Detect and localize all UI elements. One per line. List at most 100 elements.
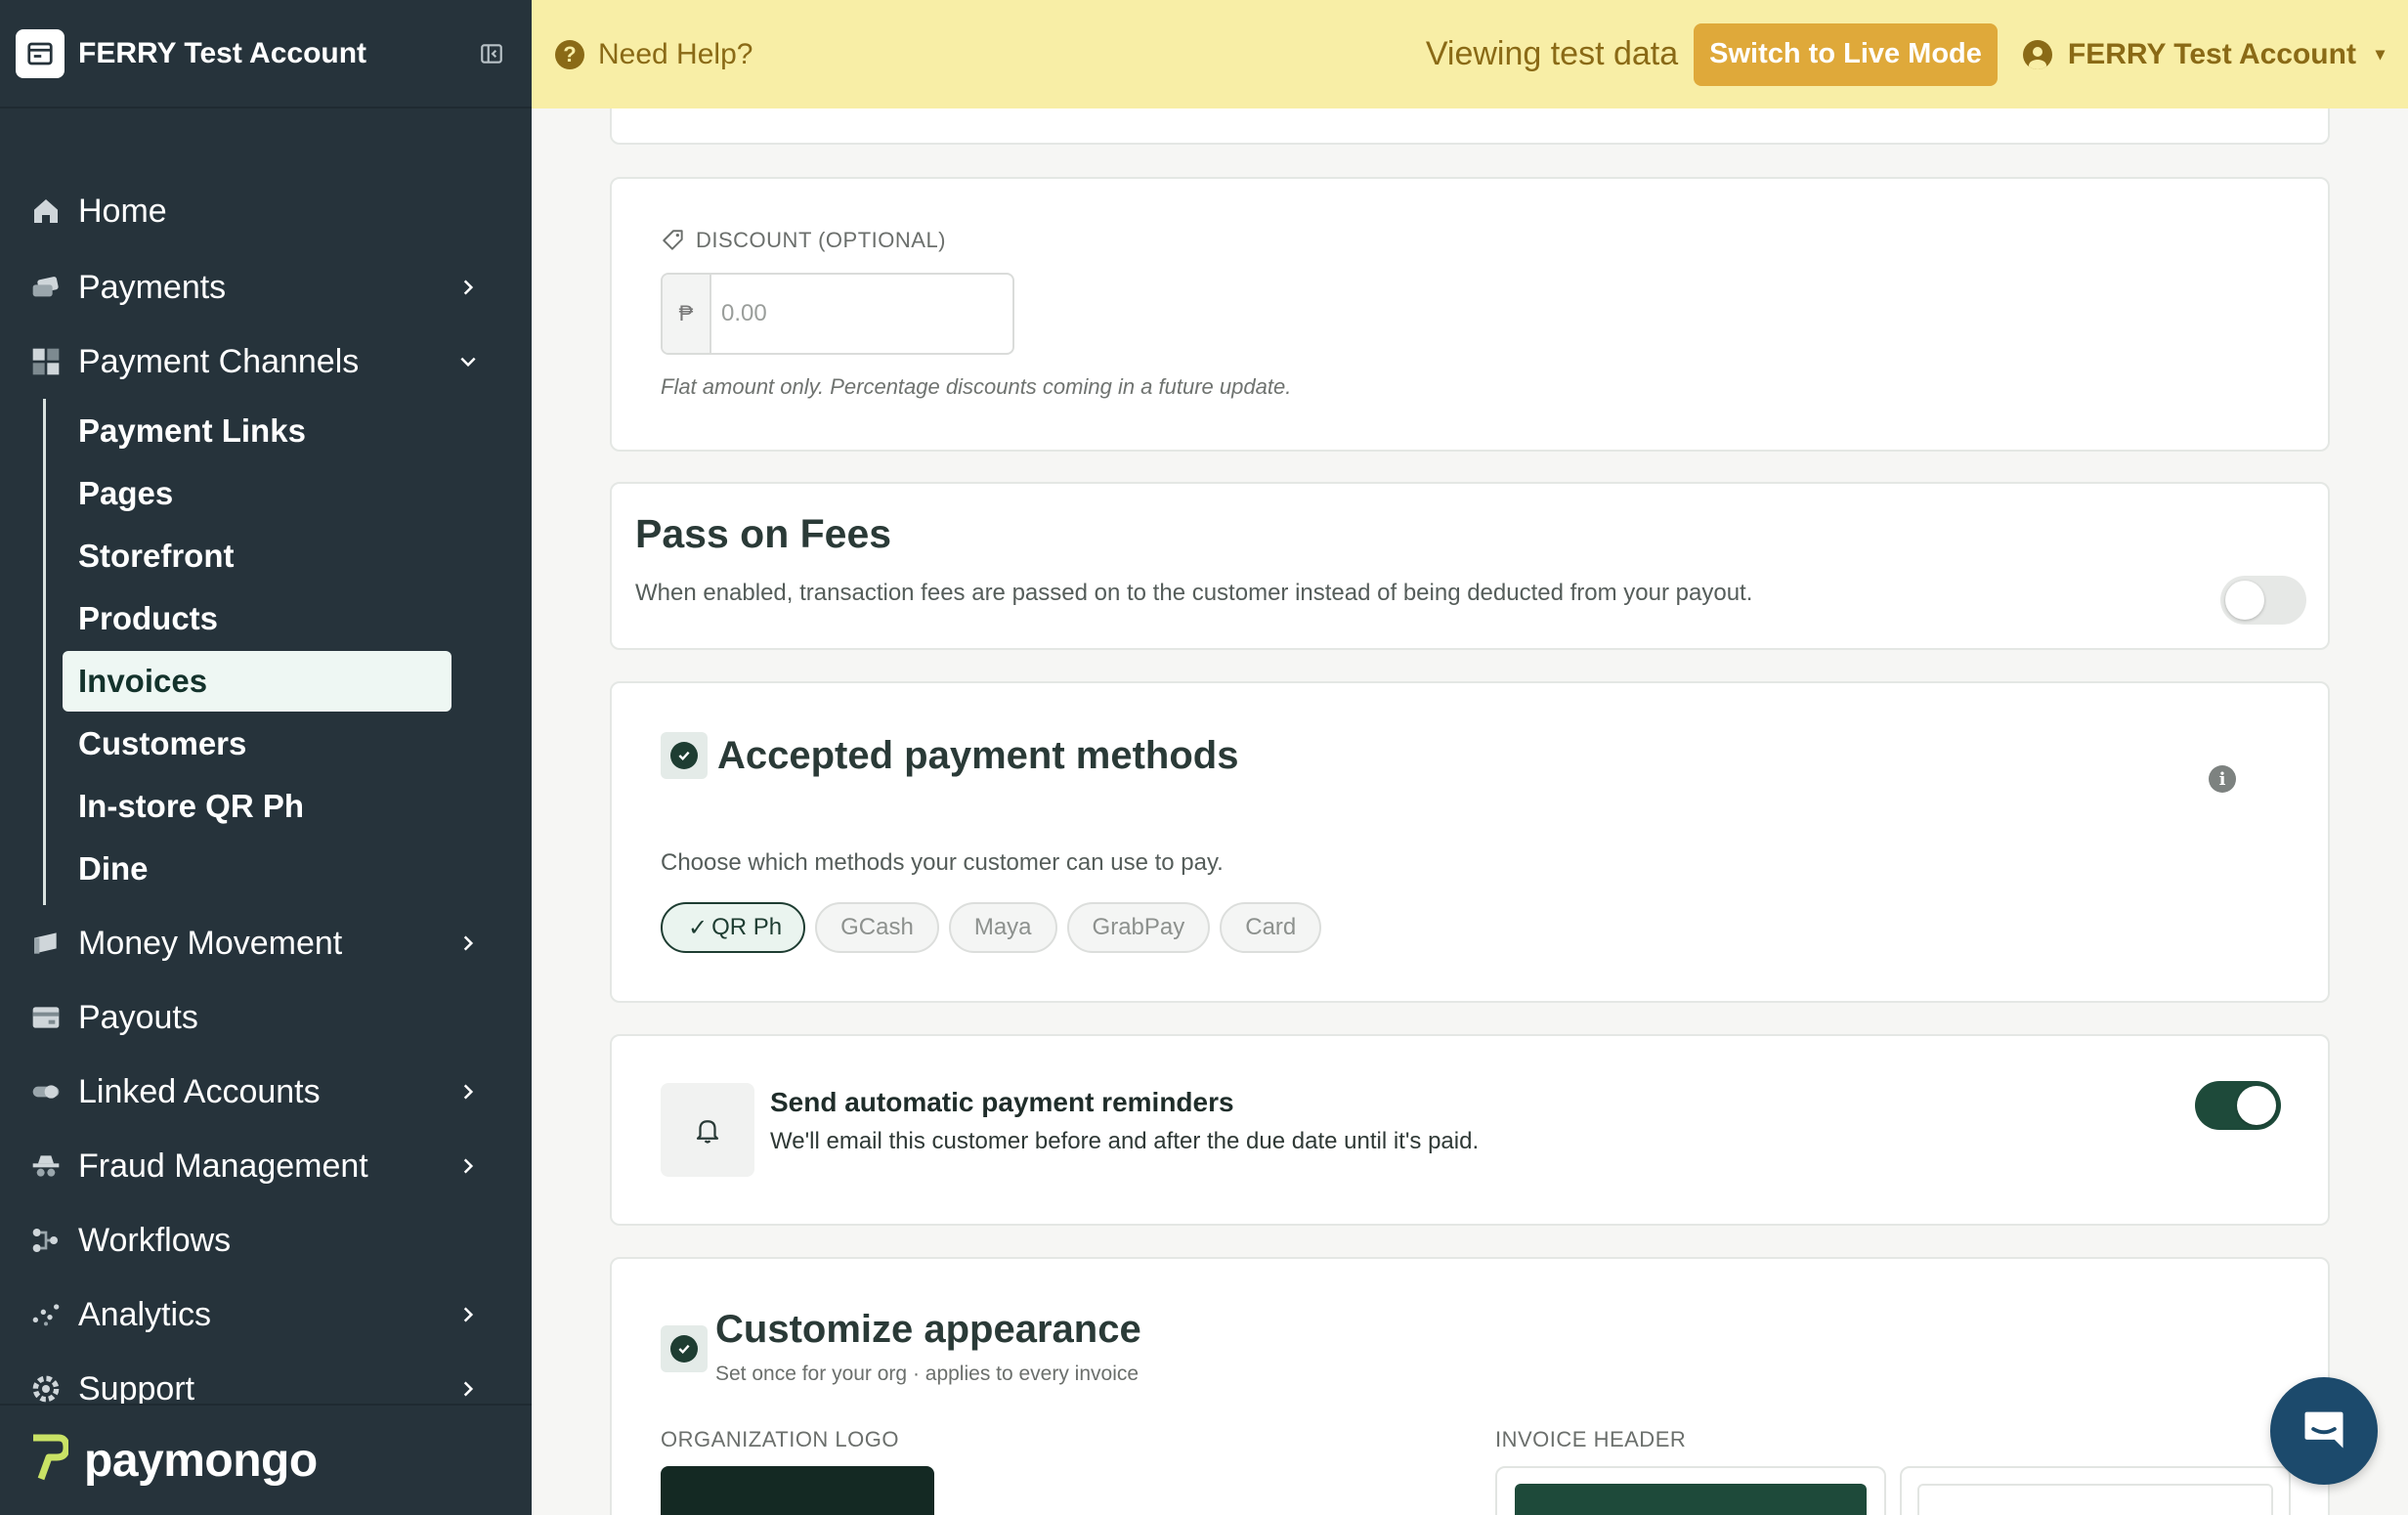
sidebar-item-payouts[interactable]: Payouts: [0, 988, 532, 1047]
customize-appearance-card: Customize appearance Set once for your o…: [610, 1257, 2330, 1515]
header-swatch-light: [1917, 1484, 2273, 1515]
sidebar-item-money-movement[interactable]: Money Movement: [0, 914, 532, 973]
method-chip-qr-ph[interactable]: ✓ QR Ph: [661, 902, 806, 953]
chevron-right-icon: [455, 1079, 481, 1104]
customize-appearance-title: Customize appearance: [715, 1308, 1141, 1351]
discount-amount-input[interactable]: [711, 275, 1005, 353]
need-help-label: Need Help?: [598, 37, 753, 70]
sidebar-header: FERRY Test Account: [0, 0, 532, 108]
pass-on-fees-title: Pass on Fees: [635, 511, 892, 556]
viewing-test-data-label: Viewing test data: [1425, 35, 1679, 72]
payment-reminders-card: Send automatic payment reminders We'll e…: [610, 1034, 2330, 1226]
sidebar-subitem-payment-links[interactable]: Payment Links: [63, 401, 452, 461]
chevron-right-icon: [455, 1376, 481, 1402]
paymongo-logo-icon: [29, 1434, 70, 1488]
switch-to-live-mode-button[interactable]: Switch to Live Mode: [1694, 22, 1998, 86]
toggle-knob: [2237, 1086, 2276, 1125]
chevron-right-icon: [455, 275, 481, 300]
chip-label: QR Ph: [711, 914, 783, 940]
sidebar-item-linked-accounts[interactable]: Linked Accounts: [0, 1062, 532, 1121]
customize-appearance-subtitle: Set once for your org · applies to every…: [715, 1363, 1140, 1385]
chevron-right-icon: [455, 931, 481, 956]
toggle-knob: [2225, 581, 2264, 620]
home-icon: [29, 195, 63, 228]
linked-accounts-icon: [29, 1075, 63, 1108]
pass-on-fees-description: When enabled, transaction fees are passe…: [635, 580, 1753, 606]
collapse-sidebar-icon[interactable]: [477, 39, 506, 68]
pass-on-fees-card: Pass on Fees When enabled, transaction f…: [610, 482, 2330, 650]
sidebar-item-label: Payouts: [78, 998, 198, 1036]
method-chip-grabpay[interactable]: GrabPay: [1066, 902, 1211, 953]
method-chip-maya[interactable]: Maya: [948, 902, 1057, 953]
payment-method-chips: ✓ QR Ph GCash Maya GrabPay Card: [661, 902, 1322, 953]
sidebar: FERRY Test Account Home Payments Payment…: [0, 0, 532, 1515]
invoice-header-option-dark[interactable]: [1495, 1466, 1886, 1515]
brand-wordmark: paymongo: [84, 1434, 318, 1487]
check-circle-icon: [661, 732, 708, 779]
chat-bubble-icon: [2299, 1404, 2349, 1459]
payment-methods-header: Accepted payment methods: [661, 732, 1238, 779]
payments-icon: [29, 271, 63, 304]
pass-on-fees-toggle[interactable]: [2220, 576, 2306, 625]
info-icon[interactable]: i: [2209, 765, 2236, 793]
sidebar-item-fraud-management[interactable]: Fraud Management: [0, 1137, 532, 1195]
money-movement-icon: [29, 927, 63, 960]
account-store-icon: [16, 28, 64, 78]
account-name: FERRY Test Account: [2067, 37, 2356, 70]
payment-channels-icon: [29, 345, 63, 378]
chevron-down-icon: [455, 349, 481, 374]
payment-methods-card: Accepted payment methods i Choose which …: [610, 681, 2330, 1003]
sidebar-subitem-dine[interactable]: Dine: [63, 839, 452, 899]
tag-icon: [661, 228, 686, 253]
header-swatch-dark: [1515, 1484, 1867, 1515]
chevron-right-icon: [455, 1153, 481, 1179]
sidebar-item-label: Home: [78, 192, 167, 230]
invoice-header-label: INVOICE HEADER: [1495, 1427, 1687, 1451]
reminders-description: We'll email this customer before and aft…: [770, 1128, 1480, 1154]
workflows-icon: [29, 1224, 63, 1257]
organization-logo-preview[interactable]: [661, 1466, 934, 1515]
reminders-title: Send automatic payment reminders: [770, 1087, 1234, 1117]
discount-card: DISCOUNT (OPTIONAL) ₱ Flat amount only. …: [610, 177, 2330, 452]
chevron-right-icon: [455, 1302, 481, 1327]
payment-methods-title: Accepted payment methods: [717, 733, 1239, 777]
sidebar-account-title[interactable]: FERRY Test Account: [78, 37, 477, 70]
sidebar-item-label: Workflows: [78, 1221, 232, 1259]
discount-label-row: DISCOUNT (OPTIONAL): [661, 228, 946, 253]
previous-section-card: [610, 108, 2330, 145]
discount-label: DISCOUNT (OPTIONAL): [696, 228, 947, 252]
sidebar-subitem-invoices[interactable]: Invoices: [63, 651, 452, 712]
test-mode-banner: ? Need Help? Viewing test data Switch to…: [532, 0, 2408, 108]
analytics-icon: [29, 1298, 63, 1331]
organization-logo-label: ORGANIZATION LOGO: [661, 1427, 900, 1451]
sidebar-subitem-storefront[interactable]: Storefront: [63, 526, 452, 586]
invoice-header-option-light[interactable]: [1900, 1466, 2291, 1515]
sidebar-subitem-in-store-qr-ph[interactable]: In-store QR Ph: [63, 776, 452, 837]
submenu-guide-line: [43, 399, 46, 905]
question-icon: ?: [555, 39, 584, 69]
payouts-icon: [29, 1001, 63, 1034]
need-help-link[interactable]: ? Need Help?: [555, 38, 752, 71]
check-circle-icon: [661, 1325, 708, 1372]
bell-icon: [661, 1083, 754, 1177]
discount-help-text: Flat amount only. Percentage discounts c…: [661, 374, 1292, 399]
method-chip-gcash[interactable]: GCash: [815, 902, 939, 953]
chevron-down-icon: ▾: [2375, 44, 2385, 64]
sidebar-footer: paymongo: [0, 1404, 532, 1515]
sidebar-subitem-pages[interactable]: Pages: [63, 463, 452, 524]
sidebar-item-analytics[interactable]: Analytics: [0, 1285, 532, 1344]
sidebar-item-payment-channels[interactable]: Payment Channels: [0, 332, 532, 391]
checkmark-icon: ✓: [688, 914, 709, 941]
sidebar-item-payments[interactable]: Payments: [0, 258, 532, 317]
gear-icon: [29, 1372, 63, 1406]
account-menu[interactable]: FERRY Test Account ▾: [2022, 37, 2385, 71]
sidebar-item-home[interactable]: Home: [0, 182, 532, 240]
method-chip-card[interactable]: Card: [1220, 902, 1322, 953]
sidebar-subitem-customers[interactable]: Customers: [63, 714, 452, 774]
sidebar-subitem-products[interactable]: Products: [63, 588, 452, 649]
spy-icon: [29, 1149, 63, 1183]
sidebar-item-workflows[interactable]: Workflows: [0, 1211, 532, 1270]
reminders-toggle[interactable]: [2195, 1081, 2281, 1130]
main-content: DISCOUNT (OPTIONAL) ₱ Flat amount only. …: [532, 108, 2408, 1515]
chat-launcher-button[interactable]: [2270, 1377, 2378, 1485]
